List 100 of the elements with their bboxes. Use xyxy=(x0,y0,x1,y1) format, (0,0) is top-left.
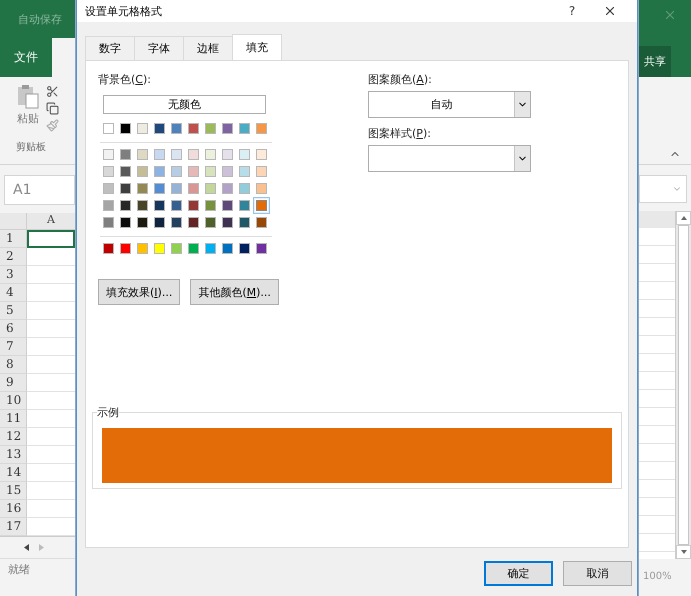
color-swatch[interactable] xyxy=(185,197,202,214)
color-swatch[interactable] xyxy=(100,197,117,214)
row-header[interactable]: 5 xyxy=(0,302,27,320)
row-header[interactable]: 3 xyxy=(0,266,27,284)
color-swatch[interactable] xyxy=(185,240,202,257)
color-swatch[interactable] xyxy=(134,120,151,137)
color-swatch[interactable] xyxy=(219,214,236,231)
color-swatch[interactable] xyxy=(168,197,185,214)
color-swatch[interactable] xyxy=(117,197,134,214)
row-header[interactable]: 14 xyxy=(0,464,27,482)
color-swatch[interactable] xyxy=(151,120,168,137)
color-swatch[interactable] xyxy=(100,180,117,197)
color-swatch[interactable] xyxy=(117,163,134,180)
color-swatch[interactable] xyxy=(168,214,185,231)
color-swatch[interactable] xyxy=(134,214,151,231)
more-colors-button[interactable]: 其他颜色(M)... xyxy=(190,279,279,305)
color-swatch[interactable] xyxy=(236,146,253,163)
color-swatch[interactable] xyxy=(134,240,151,257)
cancel-button[interactable]: 取消 xyxy=(563,561,632,586)
row-header[interactable]: 4 xyxy=(0,284,27,302)
share-button[interactable]: 共享 xyxy=(639,46,671,77)
color-swatch[interactable] xyxy=(151,163,168,180)
color-swatch[interactable] xyxy=(117,180,134,197)
up-arrow-icon[interactable] xyxy=(680,216,686,220)
color-swatch[interactable] xyxy=(134,180,151,197)
color-swatch[interactable] xyxy=(117,214,134,231)
color-swatch[interactable] xyxy=(219,163,236,180)
color-swatch[interactable] xyxy=(168,146,185,163)
scroll-up-button[interactable] xyxy=(676,211,691,225)
row-header[interactable]: 10 xyxy=(0,392,27,410)
color-swatch[interactable] xyxy=(236,120,253,137)
scroll-thumb[interactable] xyxy=(678,225,689,545)
ok-button[interactable]: 确定 xyxy=(484,561,553,586)
color-swatch[interactable] xyxy=(100,146,117,163)
row-header[interactable]: 12 xyxy=(0,428,27,446)
color-swatch[interactable] xyxy=(202,120,219,137)
color-swatch[interactable] xyxy=(100,240,117,257)
color-swatch[interactable] xyxy=(202,214,219,231)
row-header[interactable]: 8 xyxy=(0,356,27,374)
color-swatch[interactable] xyxy=(117,240,134,257)
right-arrow-icon[interactable] xyxy=(39,544,44,551)
dropdown-arrow-button[interactable] xyxy=(514,92,530,117)
color-swatch[interactable] xyxy=(168,163,185,180)
color-swatch[interactable] xyxy=(253,180,270,197)
pattern-color-dropdown[interactable]: 自动 xyxy=(368,91,531,118)
row-header[interactable]: 16 xyxy=(0,500,27,518)
scrollbar[interactable] xyxy=(675,211,691,559)
row-header[interactable]: 6 xyxy=(0,320,27,338)
color-swatch[interactable] xyxy=(185,180,202,197)
row-header[interactable]: 7 xyxy=(0,338,27,356)
help-button[interactable]: ? xyxy=(553,0,591,22)
scroll-down-button[interactable] xyxy=(676,545,691,559)
color-swatch[interactable] xyxy=(168,240,185,257)
row-header[interactable]: 13 xyxy=(0,446,27,464)
down-arrow-icon[interactable] xyxy=(680,550,686,554)
color-swatch[interactable] xyxy=(253,146,270,163)
grid-cell[interactable] xyxy=(27,230,75,248)
color-swatch[interactable] xyxy=(253,120,270,137)
color-swatch[interactable] xyxy=(219,146,236,163)
row-header[interactable]: 15 xyxy=(0,482,27,500)
color-swatch[interactable] xyxy=(117,146,134,163)
color-swatch[interactable] xyxy=(219,197,236,214)
color-swatch[interactable] xyxy=(219,180,236,197)
color-swatch[interactable] xyxy=(236,240,253,257)
tab[interactable]: 数字 xyxy=(85,36,135,60)
file-tab[interactable]: 文件 xyxy=(0,38,52,77)
color-swatch[interactable] xyxy=(219,120,236,137)
color-swatch[interactable] xyxy=(168,120,185,137)
color-swatch[interactable] xyxy=(202,240,219,257)
color-swatch[interactable] xyxy=(253,240,270,257)
clipboard-icon[interactable] xyxy=(17,83,39,109)
scissors-icon[interactable] xyxy=(46,85,59,98)
color-swatch[interactable] xyxy=(134,146,151,163)
color-swatch[interactable] xyxy=(134,163,151,180)
color-swatch[interactable] xyxy=(151,197,168,214)
color-swatch[interactable] xyxy=(134,197,151,214)
color-swatch[interactable] xyxy=(151,240,168,257)
color-swatch[interactable] xyxy=(236,214,253,231)
color-swatch[interactable] xyxy=(202,197,219,214)
color-swatch[interactable] xyxy=(185,146,202,163)
color-swatch[interactable] xyxy=(219,240,236,257)
color-swatch[interactable] xyxy=(117,120,134,137)
close-icon[interactable] xyxy=(603,4,617,18)
name-box[interactable]: A1 xyxy=(4,175,75,205)
color-swatch[interactable] xyxy=(100,214,117,231)
color-swatch[interactable] xyxy=(100,163,117,180)
row-header[interactable]: 1 xyxy=(0,230,27,248)
color-swatch[interactable] xyxy=(202,180,219,197)
color-swatch[interactable] xyxy=(151,146,168,163)
paintbrush-icon[interactable] xyxy=(46,119,59,132)
tab[interactable]: 填充 xyxy=(232,34,282,60)
row-header[interactable]: 9 xyxy=(0,374,27,392)
formula-bar[interactable] xyxy=(639,175,687,203)
color-swatch[interactable] xyxy=(202,163,219,180)
paste-label[interactable]: 粘贴 xyxy=(17,111,39,126)
color-swatch[interactable] xyxy=(202,146,219,163)
left-arrow-icon[interactable] xyxy=(24,544,29,551)
row-header[interactable]: 2 xyxy=(0,248,27,266)
color-swatch[interactable] xyxy=(185,120,202,137)
color-swatch[interactable] xyxy=(253,163,270,180)
